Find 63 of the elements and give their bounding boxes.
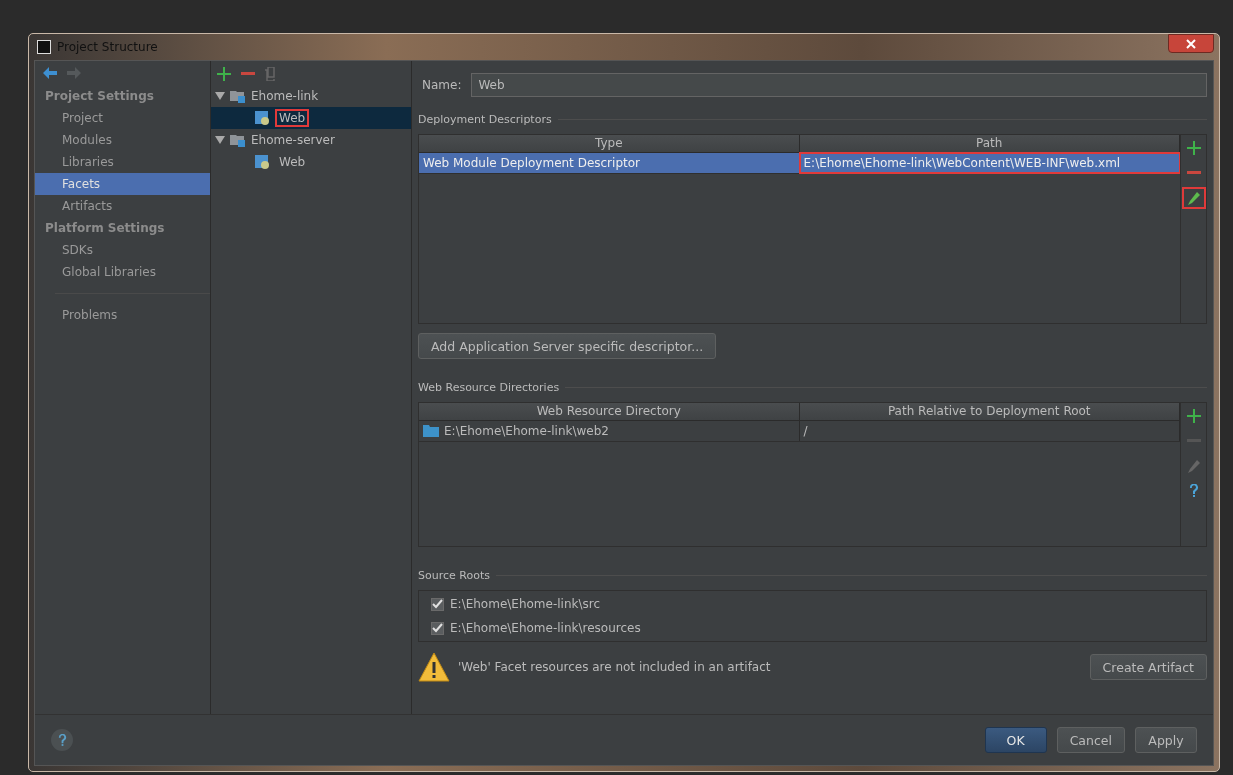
column-header[interactable]: Path Relative to Deployment Root [799,403,1180,420]
back-arrow-icon[interactable] [43,67,57,79]
web-facet-icon [255,154,270,170]
column-header[interactable]: Type [419,135,800,152]
add-icon[interactable] [1186,409,1201,423]
help-button[interactable] [51,729,73,751]
warning-message: 'Web' Facet resources are not included in an artifact [458,660,772,674]
source-root-label: E:\Ehome\Ehome-link\resources [450,621,641,635]
remove-icon[interactable] [241,72,255,76]
expand-caret-icon[interactable] [215,92,225,100]
name-label: Name: [422,78,462,92]
tree-item[interactable]: Ehome-link [251,89,319,103]
module-folder-icon [230,133,246,147]
group-title: Deployment Descriptors [418,113,552,126]
table-cell: E:\Ehome\Ehome-link\WebContent\WEB-INF\web.xml [799,153,1180,173]
group-title: Web Resource Directories [418,381,560,394]
tree-item[interactable]: Ehome-server [251,133,335,147]
add-icon[interactable] [1186,141,1201,155]
tree-row[interactable]: Web [211,107,411,129]
warning-icon [418,652,450,682]
create-artifact-button[interactable]: Create Artifact [1089,654,1207,680]
add-icon[interactable] [217,67,231,81]
section-heading: Platform Settings [44,220,166,237]
column-header[interactable]: Path [799,135,1180,152]
sidebar-item[interactable]: Global Libraries [35,261,210,283]
app-logo-icon [37,40,51,54]
table-row[interactable]: E:\Ehome\Ehome-link\web2 / [419,421,1180,442]
edit-icon[interactable] [1187,191,1200,205]
module-folder-icon [230,89,246,103]
sidebar-item[interactable]: Modules [35,129,210,151]
table-cell: E:\Ehome\Ehome-link\web2 [444,424,609,438]
name-field[interactable]: Web [471,73,1207,97]
table-row[interactable]: Web Module Deployment Descriptor E:\Ehome\Ehome-link\WebContent\WEB-INF\web.xml [419,153,1180,174]
checkbox[interactable] [431,621,444,635]
expand-caret-icon[interactable] [215,136,225,144]
sidebar-item[interactable]: Artifacts [35,195,210,217]
sidebar-item[interactable]: Project [35,107,210,129]
section-heading: Project Settings [44,88,155,105]
sidebar-item[interactable]: Facets [35,173,210,195]
help-icon[interactable] [57,733,67,747]
window-title: Project Structure [57,40,158,54]
checkbox[interactable] [431,597,444,611]
dialog-button[interactable]: Apply [1135,727,1197,753]
source-root-label: E:\Ehome\Ehome-link\src [450,597,601,611]
tree-item[interactable]: Web [275,153,310,171]
close-icon[interactable] [1186,38,1196,49]
folder-icon [423,425,439,437]
sidebar-item[interactable]: Libraries [35,151,210,173]
add-descriptor-button[interactable]: Add Application Server specific descriptor... [418,333,717,359]
help-icon[interactable] [1188,484,1199,498]
group-title: Source Roots [418,569,490,582]
close-button[interactable] [1168,34,1214,53]
sidebar-item[interactable]: SDKs [35,239,210,261]
table-cell: / [799,421,1180,441]
dialog-button[interactable]: Cancel [1056,727,1125,753]
tree-item[interactable]: Web [275,109,310,127]
remove-icon[interactable] [1186,171,1201,175]
table-cell: Web Module Deployment Descriptor [419,153,800,173]
column-header[interactable]: Web Resource Directory [419,403,800,420]
dialog-button[interactable]: OK [984,727,1047,753]
sidebar-item[interactable]: Problems [35,304,210,326]
tree-row[interactable]: Web [211,151,411,173]
web-facet-icon [255,110,270,126]
